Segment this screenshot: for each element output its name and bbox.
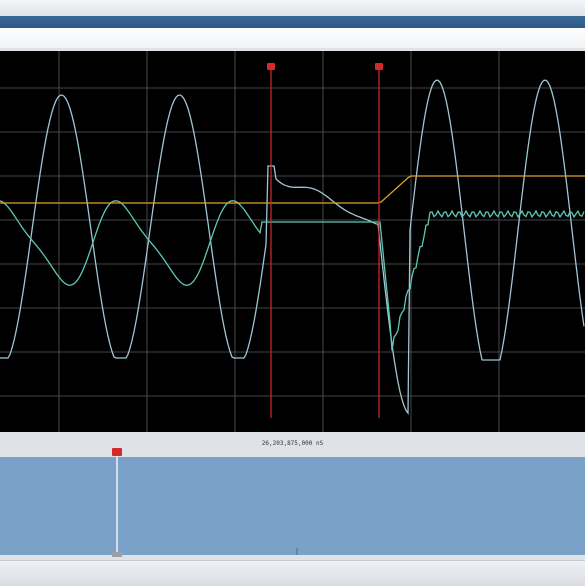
overview-navigator[interactable]: 26,203,875,000 nS [0,436,585,560]
position-marker-handle[interactable] [112,448,122,456]
overview-timestamp: 26,203,875,000 nS [261,440,324,447]
oscilloscope-view[interactable] [0,48,585,436]
panel-header [0,28,585,49]
cursor-b-handle[interactable] [375,63,383,70]
panel-title-bar [0,16,585,28]
status-bar [0,560,585,586]
waveform-plot[interactable] [0,48,585,436]
cursor-a-handle[interactable] [267,63,275,70]
plot-background [0,51,585,432]
top-toolbar [0,0,585,17]
overview-plot[interactable] [0,436,585,560]
position-marker-foot[interactable] [112,552,122,557]
overview-waveform-area [0,457,585,555]
